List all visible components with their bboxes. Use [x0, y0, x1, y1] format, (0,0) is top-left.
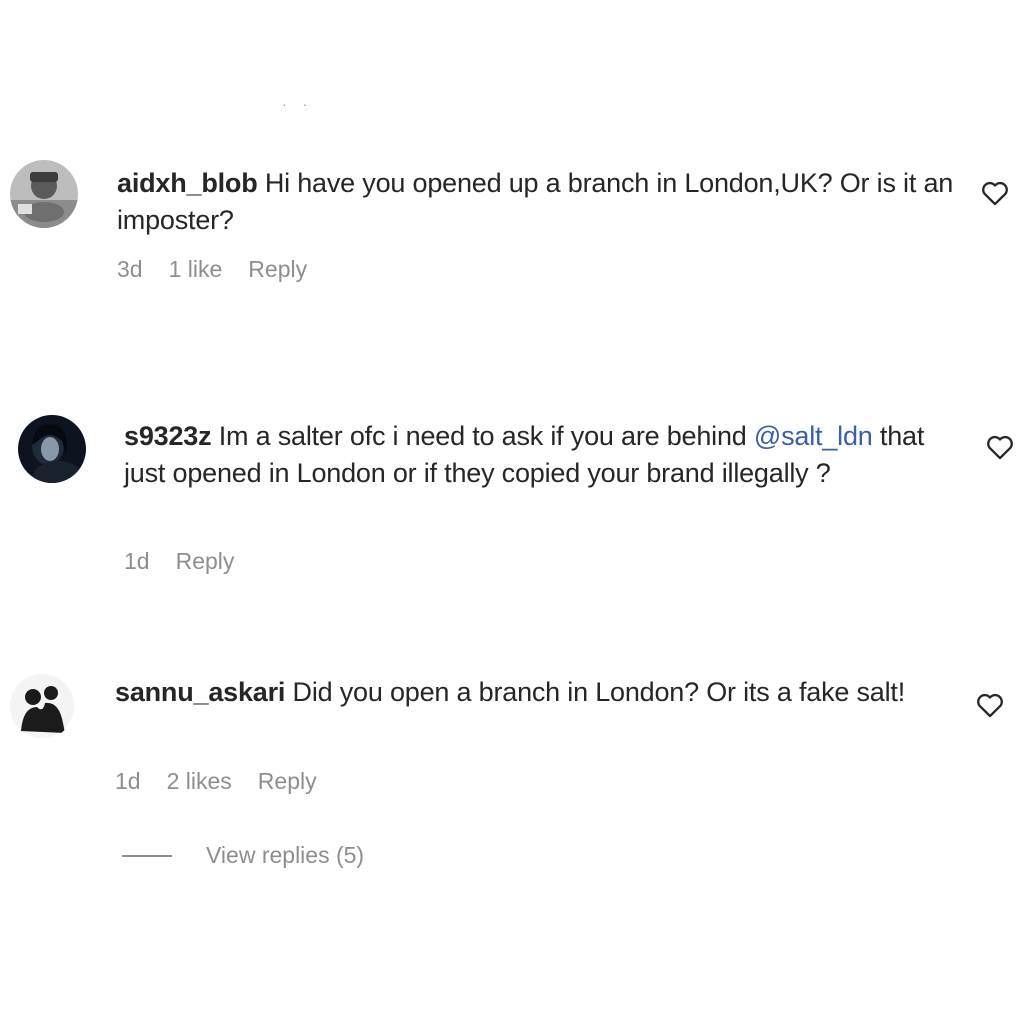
comment-username[interactable]: s9323z	[124, 421, 212, 451]
heart-outline-icon[interactable]	[976, 692, 1004, 718]
reply-button[interactable]: Reply	[258, 768, 317, 795]
view-replies-line	[122, 854, 172, 857]
mention-link[interactable]: @salt_ldn	[754, 421, 873, 451]
comment-text: sannu_askari Did you open a branch in Lo…	[115, 674, 955, 711]
view-replies-label: View replies (5)	[206, 842, 365, 868]
comment-meta: 1d 2 likes Reply	[115, 768, 317, 795]
comment-body: Did you open a branch in London? Or its …	[292, 677, 906, 707]
comment-time: 1d	[124, 548, 150, 574]
avatar[interactable]	[18, 415, 86, 483]
heart-outline-icon[interactable]	[981, 180, 1009, 206]
comment-text: aidxh_blob Hi have you opened up a branc…	[117, 165, 957, 239]
view-replies-button[interactable]: View replies (5)	[122, 842, 364, 869]
avatar-image	[10, 160, 78, 228]
comment-time: 3d	[117, 256, 143, 282]
comment-body-start: Im a salter ofc i need to ask if you are…	[218, 421, 747, 451]
avatar[interactable]	[10, 160, 78, 228]
reply-button[interactable]: Reply	[176, 548, 235, 575]
reply-button[interactable]: Reply	[248, 256, 307, 283]
comment-meta: 1d Reply	[124, 548, 234, 575]
avatar-image	[18, 415, 86, 483]
avatar-image	[9, 673, 75, 739]
loading-dots: · ·	[282, 96, 314, 112]
like-count[interactable]: 1 like	[169, 256, 223, 283]
heart-outline-icon[interactable]	[986, 434, 1014, 460]
comment-username[interactable]: sannu_askari	[115, 677, 285, 707]
comment-text: s9323z Im a salter ofc i need to ask if …	[124, 418, 964, 492]
comment-username[interactable]: aidxh_blob	[117, 168, 258, 198]
avatar[interactable]	[9, 673, 75, 739]
like-count[interactable]: 2 likes	[167, 768, 232, 795]
comment-meta: 3d 1 like Reply	[117, 256, 307, 283]
comment-time: 1d	[115, 768, 141, 794]
